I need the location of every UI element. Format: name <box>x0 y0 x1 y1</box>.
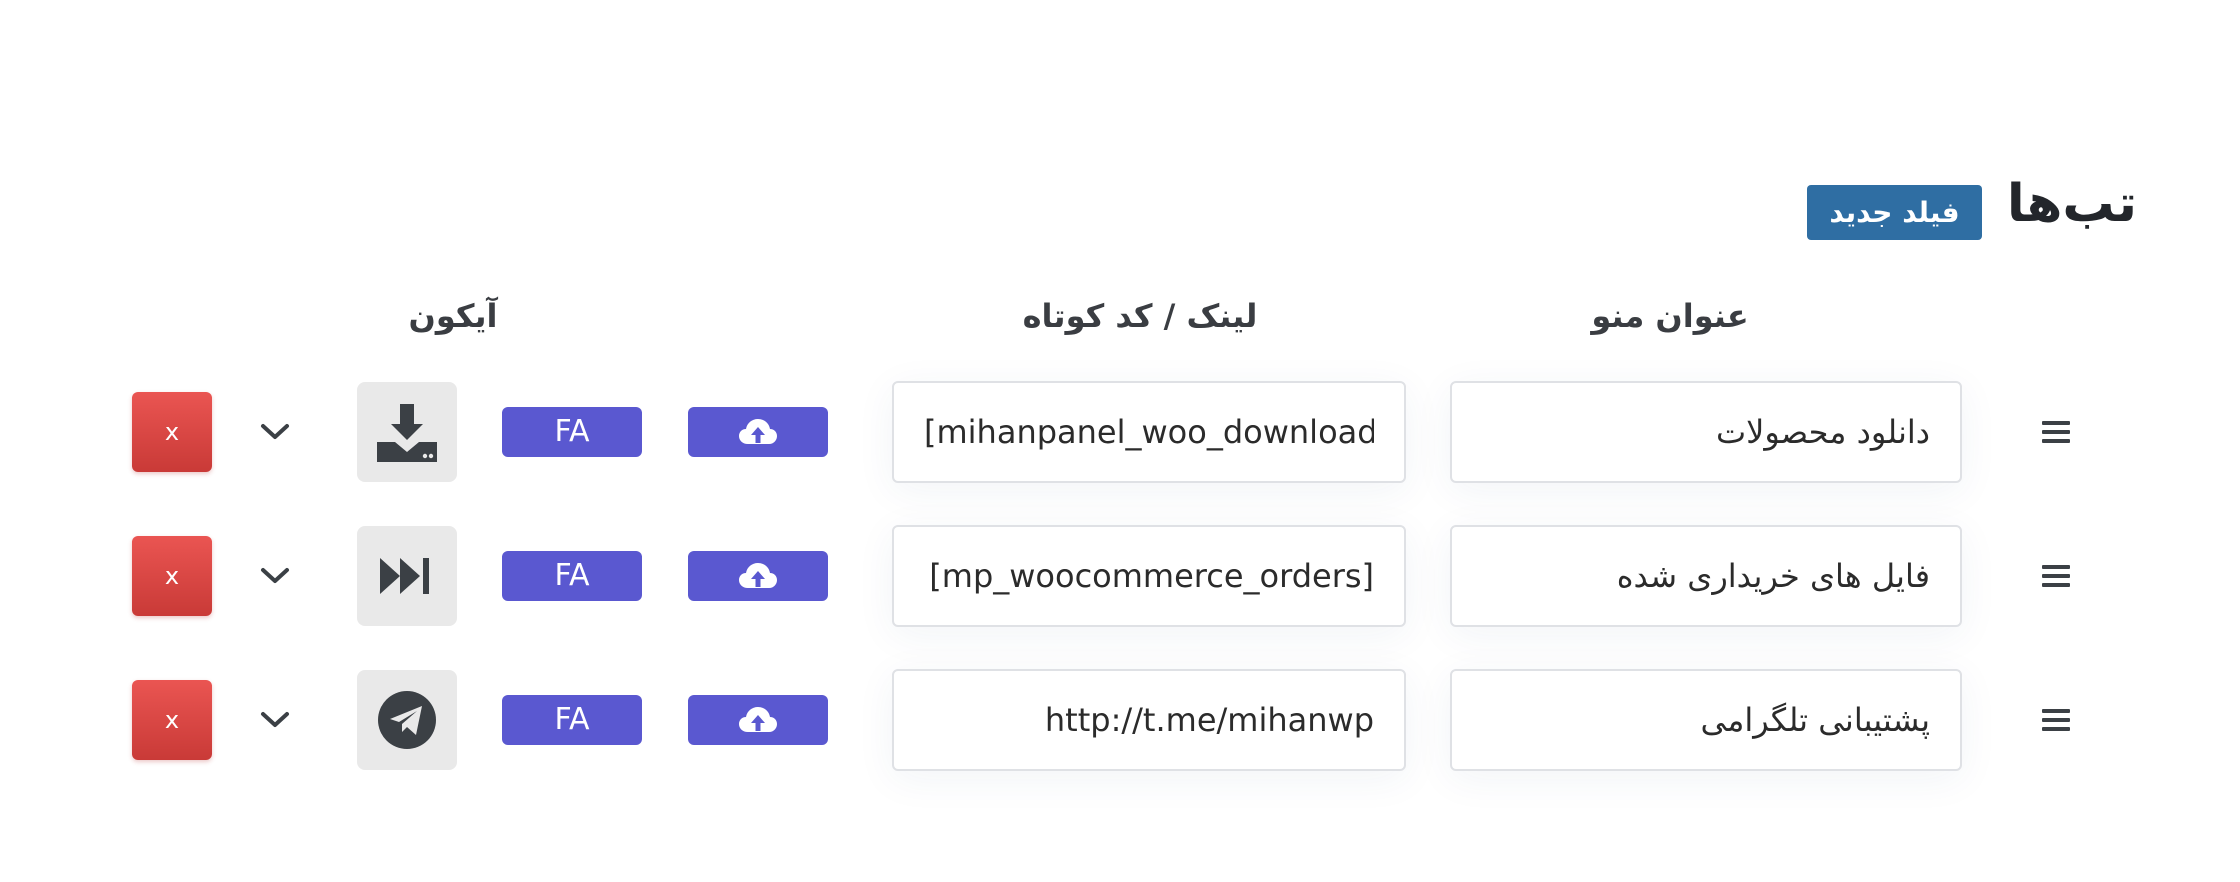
menu-title-input[interactable] <box>1450 525 1962 627</box>
upload-icon-button[interactable] <box>688 551 828 601</box>
tab-row: FA x <box>0 524 2240 628</box>
tab-row: FA x <box>0 668 2240 772</box>
drag-handle-icon[interactable] <box>2040 700 2072 740</box>
cloud-upload-icon <box>739 419 777 444</box>
column-header-link: لینک / کد کوتاه <box>1022 297 1258 335</box>
delete-row-button[interactable]: x <box>132 536 212 616</box>
telegram-icon <box>378 691 436 749</box>
link-input[interactable] <box>892 381 1406 483</box>
cloud-upload-icon <box>739 707 777 732</box>
expand-row-toggle[interactable] <box>257 414 293 450</box>
menu-title-input[interactable] <box>1450 669 1962 771</box>
column-header-menu-title: عنوان منو <box>1591 297 1749 335</box>
link-input[interactable] <box>892 669 1406 771</box>
delete-row-button[interactable]: x <box>132 680 212 760</box>
icon-preview <box>357 670 457 770</box>
icon-preview <box>357 526 457 626</box>
menu-title-input[interactable] <box>1450 381 1962 483</box>
upload-icon-button[interactable] <box>688 407 828 457</box>
cloud-upload-icon <box>739 563 777 588</box>
icon-preview <box>357 382 457 482</box>
upload-icon-button[interactable] <box>688 695 828 745</box>
download-icon <box>377 404 437 462</box>
column-header-icon: آیکون <box>408 297 498 335</box>
tab-row: FA x <box>0 380 2240 484</box>
drag-handle-icon[interactable] <box>2040 412 2072 452</box>
delete-row-button[interactable]: x <box>132 392 212 472</box>
expand-row-toggle[interactable] <box>257 702 293 738</box>
fa-icon-button[interactable]: FA <box>502 695 642 745</box>
fast-forward-icon <box>380 558 429 594</box>
chevron-down-icon <box>261 712 289 727</box>
fa-icon-button[interactable]: FA <box>502 407 642 457</box>
new-field-button[interactable]: فیلد جدید <box>1807 185 1982 240</box>
chevron-down-icon <box>261 568 289 583</box>
fa-icon-button[interactable]: FA <box>502 551 642 601</box>
chevron-down-icon <box>261 424 289 439</box>
link-input[interactable] <box>892 525 1406 627</box>
expand-row-toggle[interactable] <box>257 558 293 594</box>
section-title: تب‌ها <box>2006 174 2137 234</box>
drag-handle-icon[interactable] <box>2040 556 2072 596</box>
